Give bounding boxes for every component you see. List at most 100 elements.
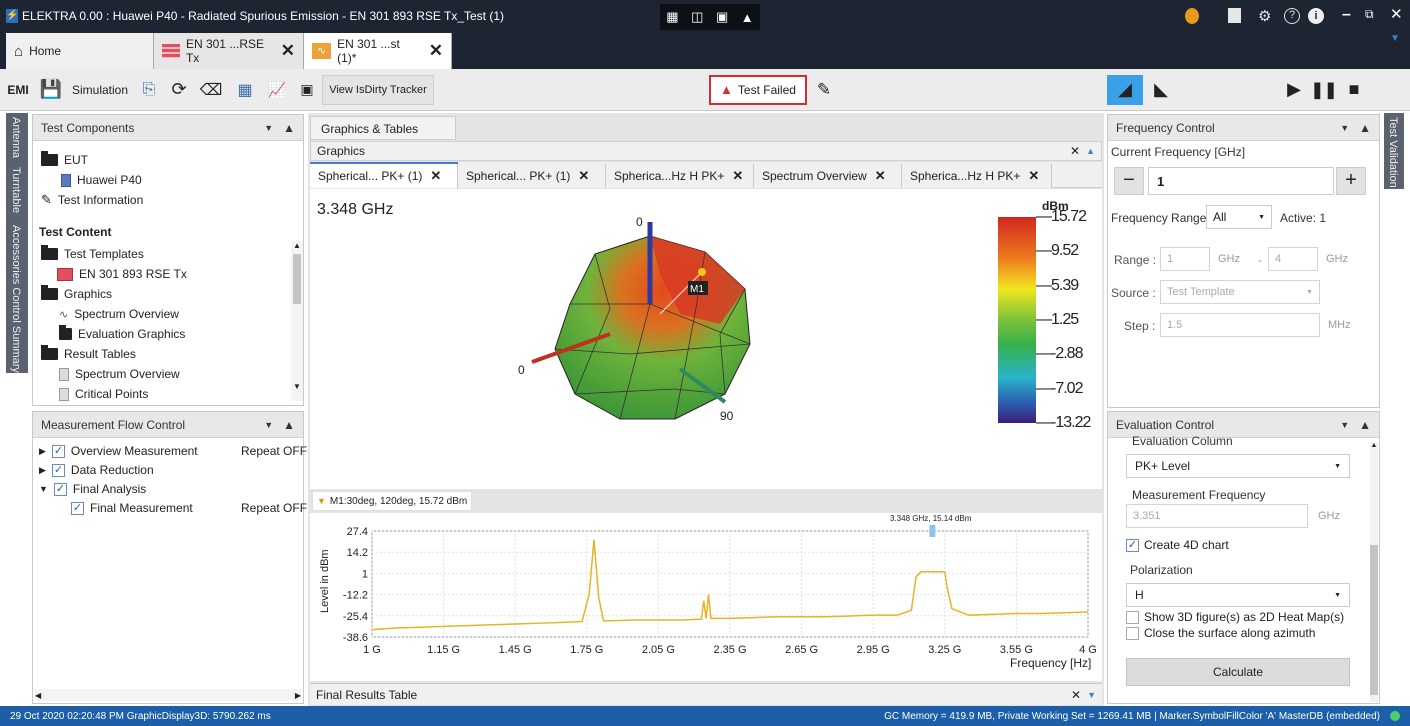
save-as-icon[interactable]: ⎘ bbox=[134, 75, 164, 105]
step-input[interactable]: 1.5 bbox=[1160, 313, 1320, 337]
subtab-close-icon[interactable]: ✕ bbox=[875, 168, 886, 184]
subtab-spherical-4[interactable]: Spherica...Hz H PK+ ✕ bbox=[902, 164, 1052, 188]
pin-icon[interactable]: ▲ bbox=[1359, 121, 1371, 135]
scroll-up-icon[interactable]: ▲ bbox=[291, 241, 303, 250]
subtab-spectrum-overview[interactable]: Spectrum Overview ✕ bbox=[754, 164, 902, 188]
presenter-icon[interactable]: ◫ bbox=[691, 9, 703, 25]
horizontal-scrollbar[interactable]: ◀ ▶ bbox=[35, 689, 301, 701]
flow-row-final-analysis[interactable]: ▼ ✓ Final Analysis bbox=[39, 480, 146, 498]
tab-template[interactable]: EN 301 ...RSE Tx ✕ bbox=[154, 33, 304, 69]
checkbox[interactable]: ✓ bbox=[51, 444, 65, 458]
show-3d-row[interactable]: Show 3D figure(s) as 2D Heat Map(s) bbox=[1126, 610, 1344, 624]
tree-item-graphics[interactable]: Graphics bbox=[41, 285, 112, 303]
tree-item-spectrum-table[interactable]: Spectrum Overview bbox=[59, 365, 180, 383]
tree-item-test-templates[interactable]: Test Templates bbox=[41, 245, 144, 263]
pin-icon[interactable]: ▲ bbox=[1359, 418, 1371, 432]
evaluation-scrollbar[interactable]: ▲ bbox=[1370, 442, 1378, 702]
dropdown-icon[interactable]: ▼ bbox=[1340, 123, 1349, 133]
close-icon[interactable]: ✕ bbox=[1390, 5, 1403, 23]
filter-icon[interactable]: ▣ bbox=[292, 75, 322, 105]
view-isdirty-button[interactable]: View IsDirty Tracker bbox=[322, 74, 434, 105]
stop-icon[interactable]: ■ bbox=[1339, 75, 1369, 105]
checkbox[interactable]: ✓ bbox=[53, 482, 67, 496]
tree-item-evaluation-graphics[interactable]: Evaluation Graphics bbox=[59, 325, 185, 343]
tree-item-template[interactable]: EN 301 893 RSE Tx bbox=[57, 265, 187, 283]
tree-item-test-info[interactable]: ✎ Test Information bbox=[41, 191, 143, 209]
current-frequency-input[interactable]: 1 bbox=[1148, 167, 1334, 195]
spectrum-chart-area[interactable]: Level in dBm Frequency [Hz] 3.348 GHz, 1… bbox=[310, 513, 1102, 681]
evaluation-column-select[interactable]: PK+ Level ▼ bbox=[1126, 454, 1350, 478]
simulation-button[interactable]: Simulation bbox=[66, 75, 134, 105]
radiation-sphere[interactable]: M1 0 0 90 bbox=[500, 214, 790, 449]
scroll-right-icon[interactable]: ▶ bbox=[295, 691, 301, 700]
tree-item-result-tables[interactable]: Result Tables bbox=[41, 345, 136, 363]
dropdown-icon[interactable]: ▼ bbox=[1340, 420, 1349, 430]
source-select[interactable]: Test Template ▼ bbox=[1160, 280, 1320, 304]
tree-item-critical-points[interactable]: Critical Points bbox=[59, 385, 148, 403]
side-tab-turntable[interactable]: Turntable bbox=[10, 167, 22, 213]
close-surface-row[interactable]: Close the surface along azimuth bbox=[1126, 626, 1315, 640]
collapse-icon[interactable]: ▼ bbox=[39, 484, 48, 494]
range-to-input[interactable]: 4 bbox=[1268, 247, 1318, 271]
refresh-icon[interactable]: ⟳ bbox=[164, 75, 194, 105]
subtab-spherical-3[interactable]: Spherica...Hz H PK+ ✕ bbox=[606, 164, 754, 188]
tab-close-icon[interactable]: ✕ bbox=[281, 41, 295, 61]
tree-item-spectrum-overview[interactable]: ∿ Spectrum Overview bbox=[59, 305, 179, 323]
subtab-close-icon[interactable]: ✕ bbox=[1028, 168, 1039, 184]
subtab-close-icon[interactable]: ✕ bbox=[732, 168, 743, 184]
checkbox[interactable]: ✓ bbox=[51, 463, 65, 477]
settings-icon[interactable]: ⚙ bbox=[1258, 7, 1271, 25]
screen-capture-icon[interactable]: ▦ bbox=[666, 9, 678, 25]
restore-icon[interactable]: ⧉ bbox=[1365, 7, 1374, 22]
subtab-close-icon[interactable]: ✕ bbox=[430, 168, 441, 184]
frequency-range-select[interactable]: All ▼ bbox=[1206, 205, 1272, 229]
flow-row-final-measurement[interactable]: ✓ Final Measurement bbox=[71, 499, 193, 517]
subtab-close-icon[interactable]: ✕ bbox=[578, 168, 589, 184]
side-tab-test-validation[interactable]: Test Validation bbox=[1387, 117, 1399, 188]
scroll-left-icon[interactable]: ◀ bbox=[35, 691, 41, 700]
info-icon[interactable]: i bbox=[1308, 8, 1324, 24]
delete-icon[interactable]: ⌫ bbox=[194, 75, 228, 105]
tab-test[interactable]: ∿ EN 301 ...st (1)* ✕ bbox=[304, 33, 452, 69]
calculate-button[interactable]: Calculate bbox=[1126, 658, 1350, 686]
dropdown-icon[interactable]: ▼ bbox=[264, 420, 273, 430]
vertical-scrollbar[interactable]: ▲ ▼ bbox=[291, 241, 303, 401]
polarization-select[interactable]: H ▼ bbox=[1126, 583, 1350, 607]
edit-icon[interactable]: ✎ bbox=[807, 75, 841, 105]
expand-icon[interactable]: ▶ bbox=[39, 465, 46, 476]
chart-settings-icon[interactable]: 📈 bbox=[262, 75, 292, 105]
flow-row-overview[interactable]: ▶ ✓ Overview Measurement bbox=[39, 442, 198, 460]
create-4d-checkbox[interactable]: ✓ bbox=[1126, 538, 1139, 552]
scroll-thumb[interactable] bbox=[293, 254, 301, 304]
final-results-header[interactable]: Final Results Table ✕ ▼ bbox=[310, 683, 1102, 705]
tab-home[interactable]: ⌂ Home bbox=[6, 33, 154, 69]
tab-close-icon[interactable]: ✕ bbox=[429, 41, 443, 61]
checkbox[interactable]: ✓ bbox=[71, 501, 84, 515]
scroll-down-icon[interactable]: ▼ bbox=[291, 382, 303, 391]
close-icon[interactable]: ✕ bbox=[1071, 688, 1081, 702]
save-icon[interactable]: 💾 bbox=[36, 75, 66, 105]
frame-icon[interactable]: ▣ bbox=[716, 9, 728, 25]
play-icon[interactable]: ▶ bbox=[1279, 75, 1309, 105]
subtab-spherical-2[interactable]: Spherical... PK+ (1) ✕ bbox=[458, 164, 606, 188]
side-tab-accessories[interactable]: Accessories Control Summary bbox=[10, 225, 22, 373]
graphics-3d-area[interactable]: 3.348 GHz M1 0 0 90 dBm —15.72 —9.52 —5.… bbox=[310, 189, 1102, 489]
help-icon[interactable]: ? bbox=[1284, 8, 1300, 24]
subtab-spherical-1[interactable]: Spherical... PK+ (1) ✕ bbox=[310, 164, 458, 188]
pin-icon[interactable]: ▲ bbox=[283, 121, 295, 135]
flow-row-data-reduction[interactable]: ▶ ✓ Data Reduction bbox=[39, 461, 154, 479]
spectrum-chart[interactable]: Level in dBm Frequency [Hz] 3.348 GHz, 1… bbox=[310, 513, 1102, 681]
antenna-mode-icon[interactable]: ◢ bbox=[1107, 74, 1143, 105]
pin-icon[interactable]: ▲ bbox=[283, 418, 295, 432]
tree-item-device[interactable]: Huawei P40 bbox=[61, 171, 142, 189]
add-layout-icon[interactable]: ▦ bbox=[228, 75, 262, 105]
bug-icon[interactable] bbox=[1185, 8, 1199, 24]
create-4d-row[interactable]: ✓ Create 4D chart bbox=[1126, 538, 1229, 552]
notes-icon[interactable] bbox=[1228, 8, 1241, 23]
collapse-up-icon[interactable]: ▲ bbox=[1086, 146, 1095, 156]
dropdown-icon[interactable]: ▼ bbox=[264, 123, 273, 133]
expand-down-icon[interactable]: ▼ bbox=[1087, 690, 1096, 700]
decrement-button[interactable]: − bbox=[1114, 167, 1144, 195]
close-surface-checkbox[interactable] bbox=[1126, 626, 1139, 640]
show-3d-checkbox[interactable] bbox=[1126, 610, 1139, 624]
